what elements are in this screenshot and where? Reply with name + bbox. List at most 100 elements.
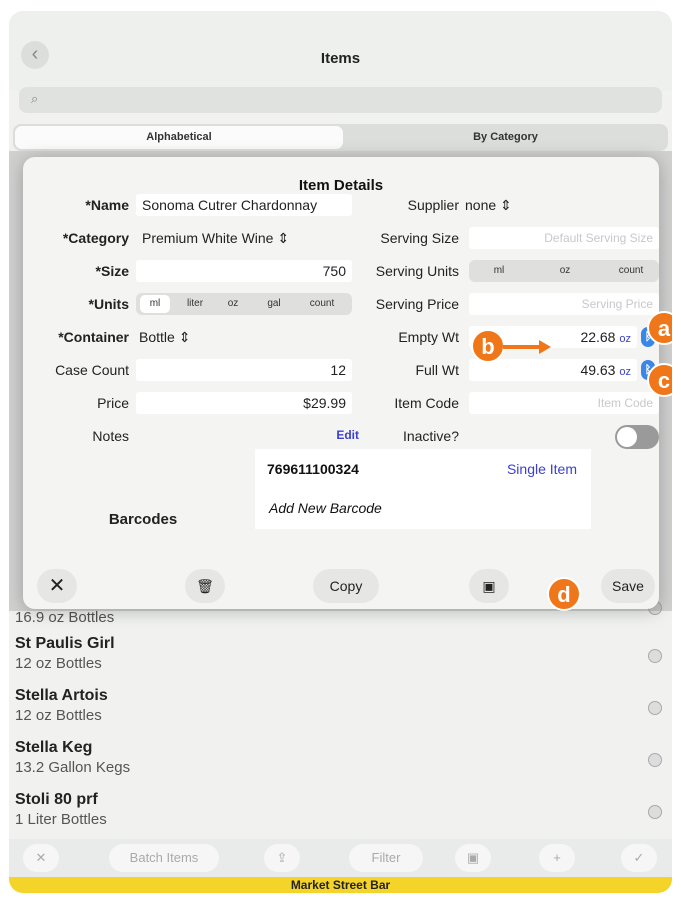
- full-weight-value: 49.63: [580, 362, 616, 378]
- serving-price-label: Serving Price: [375, 296, 459, 312]
- arrow-right-icon: [503, 340, 551, 354]
- full-weight-unit: oz: [619, 366, 631, 378]
- close-icon[interactable]: ✕: [37, 569, 77, 603]
- tab-alphabetical[interactable]: Alphabetical: [15, 126, 343, 149]
- units-option-liter[interactable]: liter: [178, 293, 212, 315]
- list-item-subtitle: 1 Liter Bottles: [15, 811, 107, 828]
- checkmark-icon[interactable]: [648, 805, 662, 819]
- venue-footer: Market Street Bar: [9, 877, 672, 893]
- save-button[interactable]: Save: [601, 569, 655, 603]
- annotation-badge-b: b: [471, 329, 505, 363]
- device-frame: ‹ Items ⌕ Alphabetical By Category 16.9 …: [0, 0, 681, 901]
- list-item-name: St Paulis Girl: [15, 635, 115, 652]
- chevron-up-down-icon: ⇕: [174, 329, 191, 345]
- list-item[interactable]: Stella Artois 12 oz Bottles: [9, 683, 672, 735]
- units-segmented-control: ml liter oz gal count: [136, 293, 352, 315]
- price-field[interactable]: $29.99: [136, 392, 352, 414]
- container-label: *Container: [58, 329, 129, 345]
- name-field[interactable]: Sonoma Cutrer Chardonnay: [136, 194, 352, 216]
- notes-label: Notes: [92, 428, 129, 444]
- scan-icon[interactable]: ▣: [455, 844, 491, 872]
- page-title: Items: [320, 50, 361, 67]
- notes-edit-link[interactable]: Edit: [303, 428, 359, 442]
- search-icon: ⌕: [31, 91, 39, 106]
- search-input[interactable]: ⌕: [19, 87, 662, 113]
- serving-units-option-oz[interactable]: oz: [545, 260, 585, 282]
- list-item-subtitle: 12 oz Bottles: [15, 707, 102, 724]
- empty-weight-label: Empty Wt: [398, 329, 459, 345]
- barcode-value[interactable]: 769611100324: [267, 461, 359, 477]
- list-item-name: Stoli 80 prf: [15, 791, 98, 808]
- price-label: Price: [97, 395, 129, 411]
- batch-items-button[interactable]: Batch Items: [109, 844, 219, 872]
- container-select[interactable]: Bottle ⇕: [133, 326, 349, 348]
- barcode-type[interactable]: Single Item: [507, 461, 577, 477]
- checkmark-icon[interactable]: ✓: [621, 844, 657, 872]
- list-item-subtitle: 13.2 Gallon Kegs: [15, 759, 131, 776]
- filter-button[interactable]: Filter: [349, 844, 423, 872]
- units-option-oz[interactable]: oz: [220, 293, 246, 315]
- name-label: *Name: [85, 197, 129, 213]
- checkmark-icon[interactable]: [648, 753, 662, 767]
- empty-weight-unit: oz: [619, 333, 631, 345]
- units-option-gal[interactable]: gal: [260, 293, 288, 315]
- list-item-subtitle: 12 oz Bottles: [15, 655, 102, 672]
- chevron-up-down-icon: ⇕: [496, 197, 512, 213]
- toggle-knob: [617, 427, 637, 447]
- units-label: *Units: [88, 296, 129, 312]
- bottom-toolbar: ✕ Batch Items ⇪ Filter ▣ + ✓: [9, 839, 672, 877]
- serving-units-label: Serving Units: [375, 263, 459, 279]
- size-label: *Size: [95, 263, 129, 279]
- inactive-toggle[interactable]: [615, 425, 659, 449]
- category-select[interactable]: Premium White Wine ⇕: [136, 227, 352, 249]
- serving-units-segmented-control: ml oz count: [469, 260, 659, 282]
- list-item[interactable]: Stella Keg 13.2 Gallon Kegs: [9, 735, 672, 787]
- annotation-badge-d: d: [547, 577, 581, 611]
- serving-size-label: Serving Size: [380, 230, 459, 246]
- checkmark-icon[interactable]: [648, 649, 662, 663]
- case-count-field[interactable]: 12: [136, 359, 352, 381]
- category-value: Premium White Wine: [142, 230, 274, 246]
- container-value: Bottle: [139, 329, 175, 345]
- list-item-name: Stella Artois: [15, 687, 108, 704]
- serving-price-field[interactable]: Serving Price: [469, 293, 659, 315]
- list-item[interactable]: St Paulis Girl 12 oz Bottles: [9, 631, 672, 683]
- close-icon[interactable]: ✕: [23, 844, 59, 872]
- serving-size-field[interactable]: Default Serving Size: [469, 227, 659, 249]
- units-option-count[interactable]: count: [298, 293, 346, 315]
- supplier-label: Supplier: [407, 197, 459, 213]
- item-code-label: Item Code: [394, 395, 459, 411]
- trash-icon[interactable]: 🗑: [185, 569, 225, 603]
- list-item-name: Stella Keg: [15, 739, 93, 756]
- sort-segmented-control: Alphabetical By Category: [13, 124, 668, 151]
- navigation-bar: ‹ Items: [9, 11, 672, 91]
- share-icon[interactable]: ⇪: [264, 844, 300, 872]
- add-icon[interactable]: +: [539, 844, 575, 872]
- dialog-title: Item Details: [298, 177, 384, 194]
- chevron-up-down-icon: ⇕: [273, 230, 290, 246]
- tab-by-category[interactable]: By Category: [345, 126, 666, 149]
- app-screen: ‹ Items ⌕ Alphabetical By Category 16.9 …: [9, 11, 672, 893]
- supplier-select[interactable]: none ⇕: [463, 194, 553, 216]
- scan-barcode-icon[interactable]: ▣: [469, 569, 509, 603]
- item-details-dialog: Item Details *Name Sonoma Cutrer Chardon…: [23, 157, 659, 609]
- case-count-label: Case Count: [55, 362, 129, 378]
- full-weight-label: Full Wt: [415, 362, 459, 378]
- empty-weight-value: 22.68: [580, 329, 616, 345]
- serving-units-option-count[interactable]: count: [607, 260, 655, 282]
- list-item[interactable]: Stoli 80 prf 1 Liter Bottles: [9, 787, 672, 839]
- add-barcode-link[interactable]: Add New Barcode: [269, 500, 382, 516]
- size-field[interactable]: 750: [136, 260, 352, 282]
- full-weight-field[interactable]: 49.63 oz: [469, 359, 637, 381]
- copy-button[interactable]: Copy: [313, 569, 379, 603]
- barcodes-label: Barcodes: [108, 511, 178, 528]
- inactive-label: Inactive?: [402, 428, 459, 444]
- barcode-list: 769611100324 Single Item Add New Barcode: [255, 449, 591, 529]
- item-code-field[interactable]: Item Code: [469, 392, 659, 414]
- units-option-ml[interactable]: ml: [140, 295, 170, 313]
- category-label: *Category: [62, 230, 129, 246]
- supplier-value: none: [465, 197, 497, 213]
- serving-units-option-ml[interactable]: ml: [479, 260, 519, 282]
- checkmark-icon[interactable]: [648, 701, 662, 715]
- list-item-subtitle: 16.9 oz Bottles: [15, 609, 115, 626]
